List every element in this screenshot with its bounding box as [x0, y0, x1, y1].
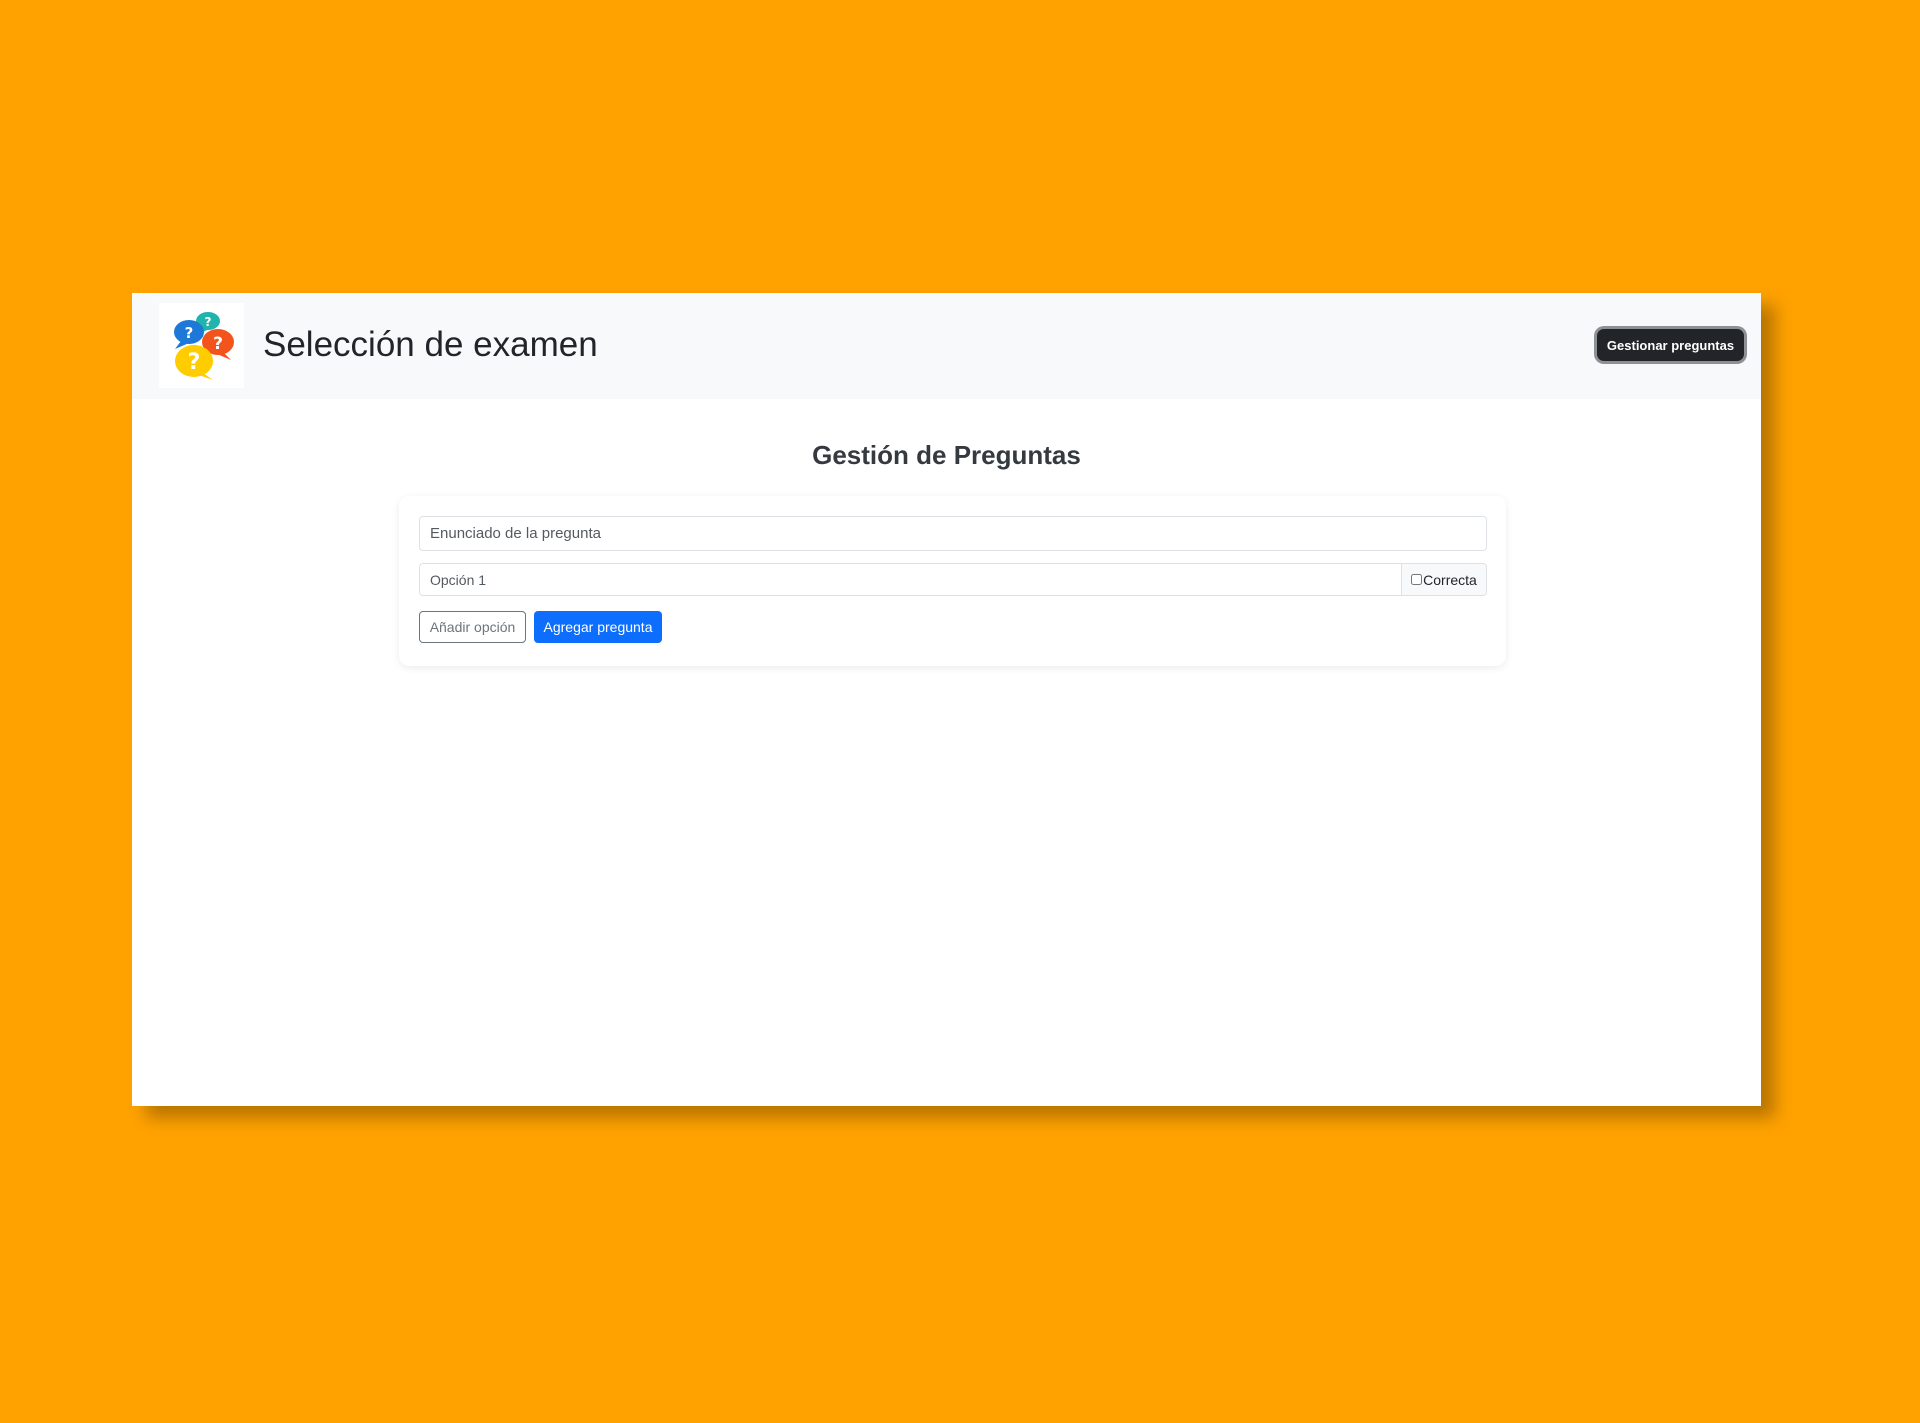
- option-row: Correcta: [419, 563, 1487, 596]
- add-option-button[interactable]: Añadir opción: [419, 611, 526, 643]
- svg-text:?: ?: [188, 350, 201, 375]
- add-question-button[interactable]: Agregar pregunta: [534, 611, 662, 643]
- correct-label: Correcta: [1423, 571, 1477, 588]
- manage-questions-button[interactable]: Gestionar preguntas: [1597, 329, 1744, 361]
- navbar: ? ? ? ? Selección de examen Gestionar pr…: [132, 293, 1761, 399]
- app-window: ? ? ? ? Selección de examen Gestionar pr…: [132, 293, 1761, 1106]
- question-bubbles-icon: ? ? ? ?: [174, 312, 234, 380]
- app-title: Selección de examen: [263, 325, 598, 364]
- option-input[interactable]: [419, 563, 1401, 596]
- page-title: Gestión de Preguntas: [812, 440, 1081, 470]
- correct-checkbox[interactable]: [1411, 574, 1423, 585]
- logo: ? ? ? ?: [159, 303, 244, 388]
- question-statement-input[interactable]: [419, 516, 1487, 551]
- svg-text:?: ?: [185, 324, 194, 342]
- svg-text:?: ?: [213, 334, 223, 354]
- question-form-card: Correcta Añadir opción Agregar pregunta: [399, 496, 1506, 666]
- correct-toggle[interactable]: Correcta: [1401, 563, 1487, 596]
- svg-text:?: ?: [205, 315, 212, 329]
